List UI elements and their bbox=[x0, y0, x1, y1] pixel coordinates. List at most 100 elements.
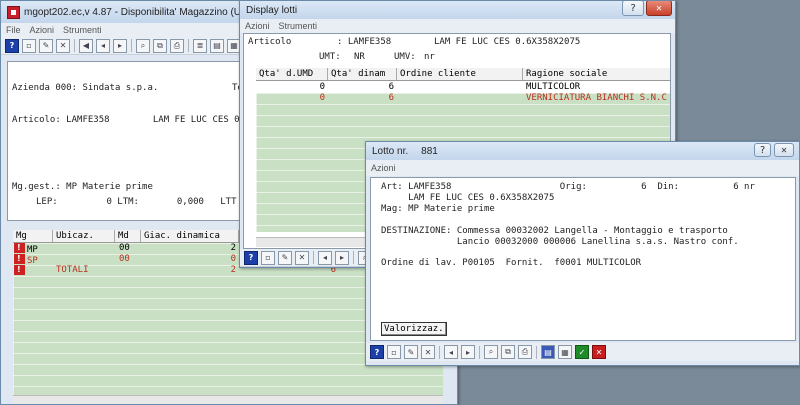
row-qta-din: 6 bbox=[388, 82, 394, 92]
row-mg: MP bbox=[27, 245, 38, 254]
edit-icon[interactable]: ✎ bbox=[39, 38, 53, 53]
delete-icon[interactable]: ✕ bbox=[56, 38, 70, 53]
cancel-icon[interactable]: ✕ bbox=[592, 345, 606, 359]
mag-line: Mag: MP Materie prime bbox=[381, 204, 495, 214]
lep-text: LEP: 0 LTM: 0,000 LTT bbox=[36, 197, 237, 207]
lotto-menu-bar: Azioni bbox=[366, 160, 799, 176]
menu-azioni[interactable]: Azioni bbox=[245, 19, 270, 33]
row-ragione: MULTICOLOR bbox=[526, 82, 581, 92]
row-ubicaz bbox=[53, 243, 115, 254]
lotto-title-value: 881 bbox=[421, 145, 438, 157]
col-mg[interactable]: Mg bbox=[13, 230, 53, 242]
display-lotti-help-button[interactable]: ? bbox=[622, 1, 644, 16]
dest-line-2: Lancio 00032000 000006 Lanellina s.a.s. … bbox=[381, 237, 739, 247]
help-icon[interactable]: ? bbox=[370, 345, 384, 359]
table-row[interactable]: 0 6 MULTICOLOR bbox=[256, 82, 670, 93]
main-grid-hscroll[interactable] bbox=[13, 395, 443, 404]
row-qta-din: 6 bbox=[388, 93, 394, 103]
next-record-icon[interactable]: ▸ bbox=[335, 250, 349, 265]
display-lotti-title: Display lotti bbox=[246, 4, 298, 16]
row-md bbox=[115, 265, 141, 276]
menu-strumenti[interactable]: Strumenti bbox=[279, 19, 318, 33]
row-giac: 2 bbox=[230, 243, 236, 253]
new-doc-icon[interactable]: ▫ bbox=[387, 345, 401, 359]
row-md: 00 bbox=[119, 254, 130, 264]
row-ordine bbox=[397, 93, 523, 104]
search-icon[interactable]: ⌕ bbox=[484, 345, 498, 359]
detail-icon[interactable]: ▤ bbox=[210, 38, 224, 53]
row-giac: 2 bbox=[230, 265, 236, 275]
help-icon[interactable]: ? bbox=[244, 250, 258, 265]
col-ubicaz[interactable]: Ubicaz. bbox=[53, 230, 115, 242]
col-md[interactable]: Md bbox=[115, 230, 141, 242]
new-doc-icon[interactable]: ▫ bbox=[261, 250, 275, 265]
print-icon[interactable]: ⎙ bbox=[518, 345, 532, 359]
umt-value: NR bbox=[354, 52, 365, 62]
col-ragione-sociale[interactable]: Ragione sociale bbox=[523, 68, 670, 80]
app-icon bbox=[7, 5, 20, 19]
menu-file[interactable]: File bbox=[6, 23, 21, 37]
warning-icon bbox=[14, 243, 25, 253]
lotti-grid-header: Qta' d.UMD Qta' dinam Ordine cliente Rag… bbox=[256, 68, 670, 81]
edit-icon[interactable]: ✎ bbox=[404, 345, 418, 359]
row-qta-umd: 0 bbox=[319, 82, 325, 92]
col-qta-din[interactable]: Qta' dinam bbox=[328, 68, 397, 80]
new-doc-icon[interactable]: ▫ bbox=[22, 38, 36, 53]
art-line: Art: LAMFE358 Orig: 6 Din: 6 nr bbox=[381, 182, 755, 192]
row-ragione: VERNICIATURA BIANCHI S.N.C bbox=[526, 93, 667, 103]
lotto-close-button[interactable]: ✕ bbox=[774, 143, 794, 157]
col-ordine-cliente[interactable]: Ordine cliente bbox=[397, 68, 523, 80]
prev-record-icon[interactable]: ◂ bbox=[318, 250, 332, 265]
menu-azioni[interactable]: Azioni bbox=[30, 23, 55, 37]
help-icon[interactable]: ? bbox=[5, 38, 19, 53]
next-record-icon[interactable]: ▸ bbox=[461, 345, 475, 359]
first-record-icon[interactable]: ◀ bbox=[79, 38, 93, 53]
table-row[interactable]: 0 6 VERNICIATURA BIANCHI S.N.C bbox=[256, 93, 670, 104]
lotto-help-button[interactable]: ? bbox=[754, 143, 771, 157]
row-ubicaz-totali: TOTALI bbox=[56, 265, 89, 275]
umv-value: nr bbox=[424, 52, 435, 62]
row-qta-umd: 0 bbox=[319, 93, 325, 103]
warning-icon bbox=[14, 265, 25, 275]
desc-line: LAM FE LUC CES 0.6X358X2075 bbox=[381, 193, 555, 203]
valorizzazione-button[interactable]: Valorizzaz. bbox=[381, 322, 447, 336]
prev-record-icon[interactable]: ◂ bbox=[444, 345, 458, 359]
delete-icon[interactable]: ✕ bbox=[295, 250, 309, 265]
row-giac: 0 bbox=[230, 254, 236, 264]
search-icon[interactable]: ⌕ bbox=[136, 38, 150, 53]
articolo-desc: LAM FE LUC CES 0.6X358X2075 bbox=[434, 37, 581, 47]
row-ordine bbox=[397, 82, 523, 93]
lotto-detail-panel: Art: LAMFE358 Orig: 6 Din: 6 nr LAM FE L… bbox=[370, 177, 796, 341]
detail-icon[interactable]: ▤ bbox=[541, 345, 555, 359]
copy-icon[interactable]: ⧉ bbox=[501, 345, 515, 359]
azienda-text: Azienda 000: Sindata s.p.a. bbox=[12, 83, 159, 93]
articolo-text: Articolo: LAMFE358 LAM FE LUC CES 0 bbox=[12, 115, 240, 125]
col-giac[interactable]: Giac. dinamica bbox=[141, 230, 239, 242]
prev-record-icon[interactable]: ◂ bbox=[96, 38, 110, 53]
display-lotti-title-bar[interactable]: Display lotti bbox=[240, 1, 675, 19]
row-mg: SP bbox=[27, 256, 38, 265]
next-record-icon[interactable]: ▸ bbox=[113, 38, 127, 53]
warning-icon bbox=[14, 254, 25, 264]
delete-icon[interactable]: ✕ bbox=[421, 345, 435, 359]
copy-icon[interactable]: ⧉ bbox=[153, 38, 167, 53]
list-icon[interactable]: ≣ bbox=[193, 38, 207, 53]
col-qta-umd[interactable]: Qta' d.UMD bbox=[256, 68, 328, 80]
lotto-window: Lotto nr. 881 ? ✕ Azioni Art: LAMFE358 O… bbox=[365, 141, 800, 366]
ordine-line: Ordine di lav. P00105 Fornit. f0001 MULT… bbox=[381, 258, 642, 268]
umv-label: UMV: bbox=[394, 52, 416, 62]
lotto-title-label: Lotto nr. bbox=[372, 145, 409, 157]
dest-line-1: DESTINAZIONE: Commessa 00032002 Langella… bbox=[381, 226, 728, 236]
edit-icon[interactable]: ✎ bbox=[278, 250, 292, 265]
row-ubicaz bbox=[53, 254, 115, 265]
lotto-title-bar[interactable]: Lotto nr. 881 bbox=[366, 142, 799, 160]
articolo-value: : LAMFE358 bbox=[337, 37, 392, 47]
print-icon[interactable]: ⎙ bbox=[170, 38, 184, 53]
menu-azioni[interactable]: Azioni bbox=[371, 160, 396, 176]
table-icon[interactable]: ▦ bbox=[558, 345, 572, 359]
confirm-icon[interactable]: ✓ bbox=[575, 345, 589, 359]
display-lotti-close-button[interactable]: ✕ bbox=[646, 1, 672, 16]
row-md: 00 bbox=[119, 243, 130, 253]
menu-strumenti[interactable]: Strumenti bbox=[63, 23, 102, 37]
mggest-text: Mg.gest.: MP Materie prime bbox=[12, 182, 153, 192]
